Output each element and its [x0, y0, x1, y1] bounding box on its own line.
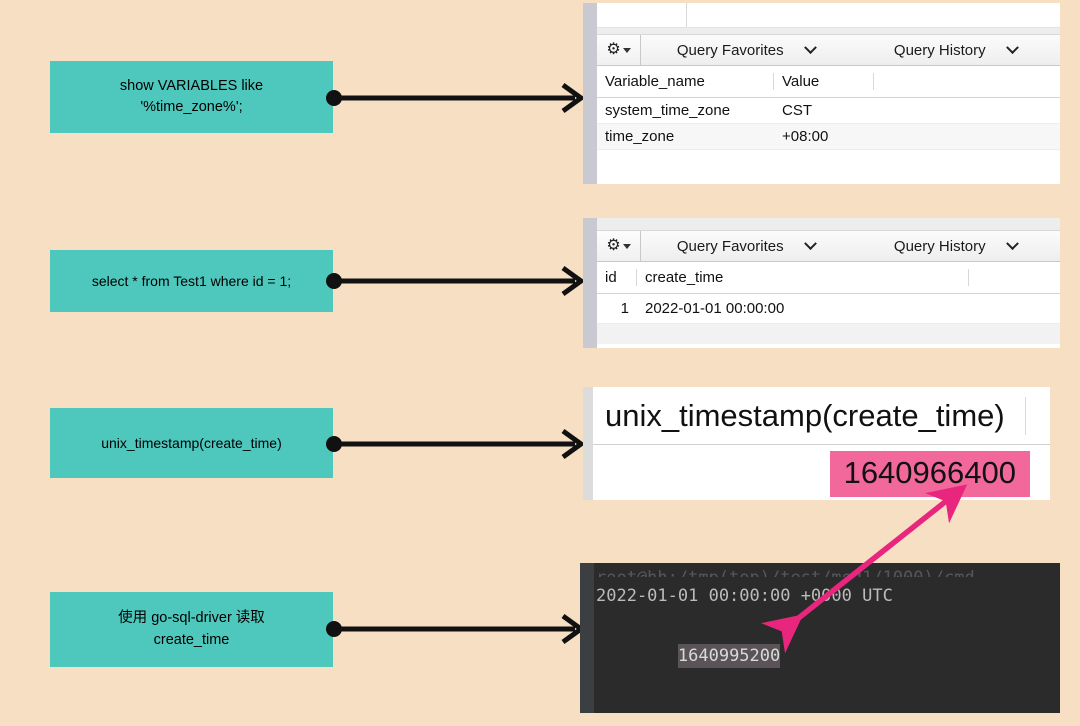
step-label-4-text: 使用 go-sql-driver 读取 create_time	[118, 610, 265, 648]
column-header-value[interactable]: Value	[774, 73, 874, 90]
column-header-create-time[interactable]: create_time	[637, 269, 969, 286]
cell-value: +08:00	[782, 128, 829, 145]
cell-variable-name: time_zone	[605, 128, 675, 145]
terminal-line-timestamp: 1640995200	[596, 611, 1060, 701]
terminal-panel[interactable]: root@hh:/tmp(top)/test/mod1/1000)/cmd 20…	[580, 563, 1060, 713]
connector-arrow-2	[325, 265, 590, 297]
step-label-1-text: show VARIABLES like '%time_zone%';	[119, 77, 264, 115]
tab-query-favorites-label: Query Favorites	[676, 237, 784, 255]
tab-query-history[interactable]: Query History	[851, 231, 1061, 261]
tab-query-history[interactable]: Query History	[851, 35, 1061, 65]
terminal-selected-timestamp: 1640995200	[677, 644, 781, 668]
step-label-3: unix_timestamp(create_time)	[50, 408, 333, 478]
grid-empty-space	[597, 324, 1060, 344]
gear-icon[interactable]: ⚙	[597, 231, 641, 261]
workbench-toolbar[interactable]: ⚙ Query Favorites Query History	[597, 34, 1060, 66]
connector-arrow-1	[325, 82, 590, 114]
chevron-down-icon[interactable]	[803, 40, 817, 54]
tab-query-history-label: Query History	[893, 237, 986, 255]
panel-gutter	[583, 218, 597, 348]
chevron-down-icon[interactable]	[1005, 236, 1019, 250]
connector-arrow-3	[325, 428, 590, 460]
cell-id: 1	[620, 300, 629, 317]
column-divider	[1025, 396, 1026, 435]
chevron-down-icon[interactable]	[803, 236, 817, 250]
workbench-toolbar[interactable]: ⚙ Query Favorites Query History	[597, 230, 1060, 262]
column-header-id[interactable]: id	[597, 269, 637, 286]
cell-variable-name: system_time_zone	[605, 102, 731, 119]
diagram-canvas: show VARIABLES like '%time_zone%'; ⚙ Que…	[0, 0, 1080, 726]
step-label-3-text: unix_timestamp(create_time)	[101, 434, 282, 451]
result-panel-test1[interactable]: ⚙ Query Favorites Query History id creat…	[583, 218, 1060, 348]
step-label-2-text: select * from Test1 where id = 1;	[91, 272, 292, 289]
terminal-output[interactable]: root@hh:/tmp(top)/test/mod1/1000)/cmd 20…	[596, 563, 1060, 713]
tab-query-favorites[interactable]: Query Favorites	[641, 35, 851, 65]
clipped-row	[597, 3, 1060, 28]
grid-header: Variable_name Value	[597, 66, 1060, 98]
chevron-down-icon[interactable]	[1005, 40, 1019, 54]
panel-gutter	[583, 387, 593, 500]
connector-arrow-4	[325, 613, 590, 645]
cell-create-time: 2022-01-01 00:00:00	[645, 300, 785, 317]
table-row[interactable]: 1 2022-01-01 00:00:00	[597, 294, 1060, 324]
cell-value: CST	[782, 102, 812, 119]
gear-glyph: ⚙	[606, 237, 621, 254]
tab-query-history-label: Query History	[893, 41, 986, 59]
panel-gutter	[583, 3, 597, 184]
terminal-line-clipped: root@hh:/tmp(top)/test/mod1/1000)/cmd	[596, 563, 1060, 577]
caret-down-icon	[622, 47, 631, 53]
caret-down-icon	[622, 243, 631, 249]
column-header-unix-timestamp[interactable]: unix_timestamp(create_time)	[593, 398, 1025, 434]
cell-unix-timestamp-value: 1640966400	[829, 451, 1030, 497]
table-row[interactable]: system_time_zone CST	[597, 98, 1060, 124]
tab-query-favorites[interactable]: Query Favorites	[641, 231, 851, 261]
grid-header: id create_time	[597, 262, 1060, 294]
step-label-1: show VARIABLES like '%time_zone%';	[50, 61, 333, 133]
panel-spacer	[597, 218, 1060, 230]
gear-glyph: ⚙	[606, 41, 621, 58]
table-row[interactable]: 1640966400	[593, 445, 1050, 500]
tab-query-favorites-label: Query Favorites	[676, 41, 784, 59]
gear-icon[interactable]: ⚙	[597, 35, 641, 65]
table-row[interactable]: time_zone +08:00	[597, 124, 1060, 150]
result-panel-unix-timestamp[interactable]: unix_timestamp(create_time) 1640966400	[583, 387, 1050, 500]
result-panel-variables[interactable]: ⚙ Query Favorites Query History Variable…	[583, 3, 1060, 184]
step-label-2: select * from Test1 where id = 1;	[50, 250, 333, 312]
grid-header: unix_timestamp(create_time)	[593, 387, 1050, 445]
terminal-gutter	[580, 563, 594, 713]
grid-empty-space	[597, 150, 1060, 184]
terminal-line-datetime: 2022-01-01 00:00:00 +0000 UTC	[596, 586, 893, 606]
column-header-variable-name[interactable]: Variable_name	[597, 73, 774, 90]
step-label-4: 使用 go-sql-driver 读取 create_time	[50, 592, 333, 667]
